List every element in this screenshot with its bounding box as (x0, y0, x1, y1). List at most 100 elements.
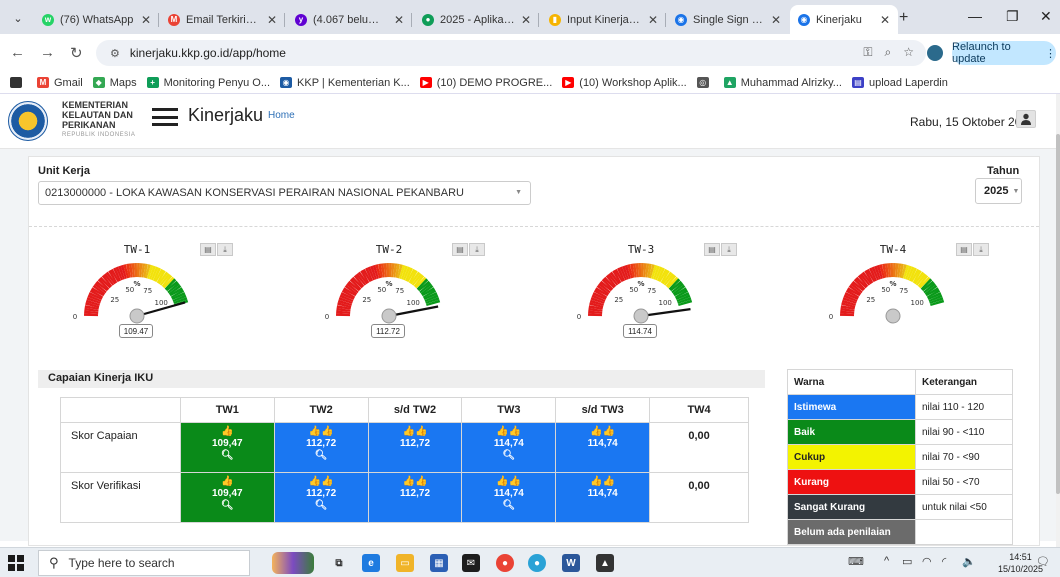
iku-score-value: 109,47 (212, 438, 243, 449)
wifi-icon[interactable]: ◜ (942, 555, 946, 568)
tab-close-icon[interactable]: ✕ (648, 13, 658, 27)
volume-icon[interactable]: 🔈 (962, 555, 976, 568)
download-icon[interactable]: ⤓ (469, 243, 485, 256)
tab-title: (76) WhatsApp (60, 13, 134, 26)
restore-icon[interactable]: ❐ (1006, 8, 1019, 25)
gauge-tick-label: 100 (911, 299, 924, 307)
taskbar-search[interactable]: ⚲ Type here to search (38, 550, 250, 576)
thumbs-up-icon: 👍👍 (496, 426, 522, 437)
print-icon[interactable]: ▤ (200, 243, 216, 256)
notification-icon[interactable]: 🗨 (1036, 555, 1050, 568)
tab-title: Input Kinerja Sas (567, 13, 642, 26)
iku-score-cell: 👍 109,47 🔍︎ (179, 472, 275, 523)
profile-avatar[interactable] (927, 45, 943, 61)
window-close-icon[interactable]: ✕ (1040, 8, 1052, 25)
iku-column-header: s/d TW2 (367, 397, 463, 423)
print-icon[interactable]: ▤ (956, 243, 972, 256)
search-icon[interactable]: 🔍︎ (462, 450, 555, 462)
org-line-2: KELAUTAN DAN (62, 110, 133, 120)
tray-chevron-icon[interactable]: ^ (884, 555, 889, 567)
bookmark-star-icon[interactable]: ☆ (903, 45, 914, 60)
tab-close-icon[interactable]: ✕ (880, 13, 890, 27)
hamburger-menu-icon[interactable] (152, 108, 178, 126)
zoom-icon[interactable]: ⌕ (885, 45, 892, 60)
bookmark-item[interactable]: ▤ upload Laperdin (851, 77, 948, 89)
user-icon[interactable] (1016, 110, 1036, 128)
task-view-icon[interactable]: ⧉ (330, 554, 348, 572)
browser-tab[interactable]: ◉ Kinerjaku ✕ (790, 5, 898, 34)
bookmark-item[interactable]: ▶ (10) DEMO PROGRE... (419, 77, 552, 89)
print-icon[interactable]: ▤ (704, 243, 720, 256)
download-icon[interactable]: ⤓ (721, 243, 737, 256)
site-settings-icon[interactable]: ⚙ (110, 47, 120, 60)
key-icon[interactable]: ⚿ (863, 45, 872, 60)
battery-icon[interactable]: ▭ (902, 555, 912, 568)
iku-score-value: 0,00 (688, 430, 710, 442)
bookmark-item[interactable]: M Gmail (37, 77, 83, 89)
tab-close-icon[interactable]: ✕ (141, 13, 151, 27)
search-icon[interactable]: 🔍︎ (181, 450, 274, 462)
iku-row: Skor Verifikasi 👍 109,47 🔍︎ 👍👍 112,72 🔍︎ 👍👍 112,… (60, 472, 749, 523)
browser-tab[interactable]: M Email Terkirim - ✕ (160, 5, 285, 34)
search-icon[interactable]: 🔍︎ (462, 500, 555, 512)
edge-icon[interactable]: e (362, 554, 380, 572)
bookmark-item[interactable]: ◎ (696, 77, 714, 88)
back-arrow-icon[interactable]: ← (10, 44, 25, 61)
photos-icon[interactable]: ▲ (596, 554, 614, 572)
download-icon[interactable]: ⤓ (973, 243, 989, 256)
tab-close-icon[interactable]: ✕ (521, 13, 531, 27)
chrome-icon[interactable]: ● (496, 554, 514, 572)
search-icon[interactable]: 🔍︎ (181, 500, 274, 512)
tab-close-icon[interactable]: ✕ (394, 13, 404, 27)
store-icon[interactable]: ▦ (430, 554, 448, 572)
section-divider (29, 226, 1039, 227)
legend-row: Cukup nilai 70 - <90 (787, 444, 1013, 470)
tahun-select[interactable]: 2025 ▼ (975, 178, 1022, 204)
bookmark-item[interactable]: ▶ (10) Workshop Aplik... (562, 77, 687, 89)
tab-close-icon[interactable]: ✕ (771, 13, 781, 27)
breadcrumb-home[interactable]: Home (268, 110, 295, 121)
network-icon[interactable]: ◠ (922, 555, 932, 568)
address-url[interactable]: kinerjaku.kkp.go.id/app/home (130, 46, 286, 60)
download-icon[interactable]: ⤓ (217, 243, 233, 256)
tab-close-icon[interactable]: ✕ (267, 13, 277, 27)
minimize-icon[interactable]: — (968, 8, 982, 24)
bookmark-item[interactable]: ◉ KKP | Kementerian K... (280, 77, 410, 89)
browser-tab[interactable]: w (76) WhatsApp ✕ (34, 5, 159, 34)
legend-row: Istimewa nilai 110 - 120 (787, 394, 1013, 420)
page-scrollbar[interactable] (1056, 94, 1060, 547)
tab-title: 2025 - Aplikasi F (440, 13, 515, 26)
bookmark-item[interactable]: ▲ Muhammad Alrizky... (723, 77, 842, 89)
browser-tab[interactable]: ◉ Single Sign On K ✕ (667, 5, 789, 34)
browser-tab[interactable]: ▮ Input Kinerja Sas ✕ (541, 5, 666, 34)
search-icon[interactable]: 🔍︎ (275, 450, 368, 462)
file-explorer-icon[interactable]: ▭ (396, 554, 414, 572)
tahun-value: 2025 (984, 185, 1009, 197)
browser-tab[interactable]: ● 2025 - Aplikasi F ✕ (414, 5, 539, 34)
unit-kerja-select[interactable]: 0213000000 - LOKA KAWASAN KONSERVASI PER… (38, 181, 531, 205)
thumbs-up-icon: 👍👍 (496, 476, 522, 487)
apps-icon[interactable] (10, 77, 27, 88)
print-icon[interactable]: ▤ (452, 243, 468, 256)
chrome-profile-icon[interactable]: ● (528, 554, 546, 572)
legend-description: nilai 70 - <90 (915, 444, 1013, 470)
keyboard-icon[interactable]: ⌨ (848, 555, 864, 568)
iku-score-value: 114,74 (587, 488, 618, 499)
word-icon[interactable]: W (562, 554, 580, 572)
search-icon[interactable]: 🔍︎ (275, 500, 368, 512)
gauge-tick-label: 0 (829, 313, 833, 321)
legend-color-swatch: Cukup (787, 444, 916, 470)
browser-tab[interactable]: y (4.067 belum dib ✕ (287, 5, 412, 34)
address-bar[interactable]: ⚙ kinerjaku.kkp.go.id/app/home ⚿ ⌕ ☆ (96, 40, 926, 66)
search-highlight-image[interactable] (272, 552, 314, 574)
bookmark-item[interactable]: + Monitoring Penyu O... (146, 77, 270, 89)
mail-icon[interactable]: ✉ (462, 554, 480, 572)
relaunch-button[interactable]: Relaunch to update ⋮ (952, 41, 1056, 65)
kkp-logo (8, 101, 48, 141)
reload-icon[interactable]: ↻ (70, 44, 83, 62)
bookmark-item[interactable]: ◆ Maps (92, 77, 137, 89)
forward-arrow-icon[interactable]: → (40, 44, 55, 61)
new-tab-plus-icon[interactable]: + (899, 9, 908, 27)
tab-search-chevron-icon[interactable]: ⌄ (8, 8, 28, 28)
windows-start-icon[interactable] (8, 555, 24, 571)
